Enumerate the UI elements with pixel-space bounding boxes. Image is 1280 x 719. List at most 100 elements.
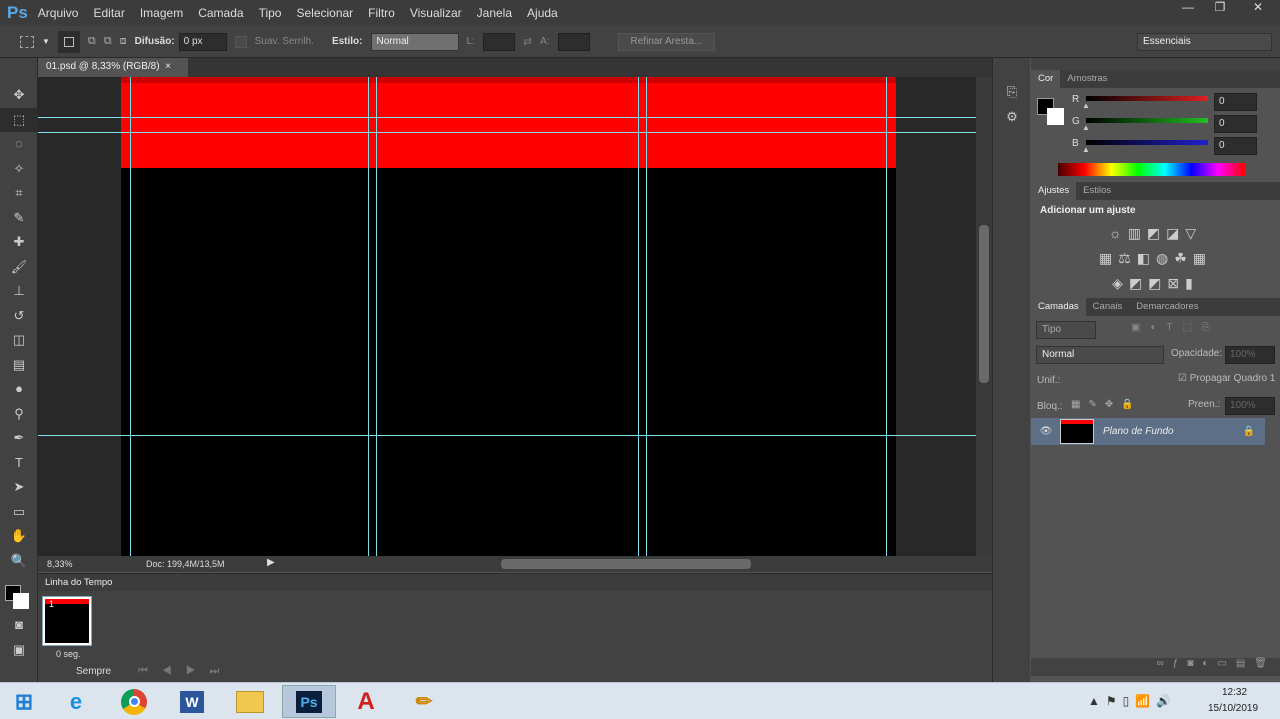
width-input[interactable]: [482, 32, 515, 51]
history-icon[interactable]: ⎘: [993, 80, 1031, 105]
channel-value-input[interactable]: 0: [1214, 93, 1257, 111]
intersect-selection-icon[interactable]: ⧈: [120, 35, 127, 48]
path-select-icon[interactable]: ➤: [0, 475, 38, 500]
channel-slider[interactable]: [1086, 118, 1208, 123]
explorer-icon[interactable]: [226, 685, 274, 718]
guide-vertical[interactable]: [646, 77, 647, 556]
chrome-icon[interactable]: [110, 685, 158, 718]
channel-slider-thumb[interactable]: ▲: [1082, 145, 1090, 154]
type-tool-icon[interactable]: T: [0, 451, 38, 476]
timeline-frame[interactable]: 1: [42, 596, 92, 646]
menu-janela[interactable]: Janela: [477, 6, 512, 20]
frame-delay[interactable]: 0 seg.: [56, 649, 81, 659]
menu-imagem[interactable]: Imagem: [140, 6, 183, 20]
menu-camada[interactable]: Camada: [198, 6, 243, 20]
lasso-tool-icon[interactable]: ◌: [0, 132, 38, 157]
guide-vertical[interactable]: [886, 77, 887, 556]
brush-tool-icon[interactable]: 🖌: [0, 255, 38, 280]
healing-brush-icon[interactable]: ✚: [0, 230, 38, 255]
dodge-icon[interactable]: ⚲: [0, 402, 38, 427]
vertical-scrollbar[interactable]: [976, 77, 992, 556]
history-brush-icon[interactable]: ↺: [0, 304, 38, 329]
scroll-thumb[interactable]: [501, 559, 751, 569]
eye-icon[interactable]: 👁: [1031, 426, 1061, 437]
guide-vertical[interactable]: [368, 77, 369, 556]
add-selection-icon[interactable]: ⧉: [88, 35, 96, 48]
pen-tool-icon[interactable]: ✒: [0, 426, 38, 451]
zoom-level[interactable]: 8,33%: [47, 559, 73, 569]
guide-horizontal[interactable]: [38, 132, 976, 133]
close-button[interactable]: ✕: [1236, 0, 1280, 18]
filter-icons[interactable]: ▣◐T⬚⎘: [1131, 322, 1220, 333]
marquee-tool-icon[interactable]: ⬚: [0, 107, 38, 132]
photoshop-taskbar-icon[interactable]: Ps: [282, 685, 336, 718]
pencil-app-icon[interactable]: ✏: [400, 685, 448, 718]
subtract-selection-icon[interactable]: ⧉: [104, 35, 112, 48]
zoom-tool-icon[interactable]: 🔍: [0, 549, 38, 574]
menu-arquivo[interactable]: Arquivo: [38, 6, 79, 20]
ie-icon[interactable]: e: [52, 685, 100, 718]
tab-cor[interactable]: Cor: [1031, 70, 1061, 88]
crop-tool-icon[interactable]: ⌗: [0, 181, 38, 206]
guide-vertical[interactable]: [638, 77, 639, 556]
tab-amostras[interactable]: Amostras: [1060, 70, 1114, 88]
tab-camadas[interactable]: Camadas: [1031, 298, 1086, 316]
quick-mask-icon[interactable]: ◙: [0, 613, 38, 638]
move-tool-icon[interactable]: ✥: [0, 83, 38, 108]
menu-ajuda[interactable]: Ajuda: [527, 6, 558, 20]
system-tray-icons[interactable]: ▲⚑▯📶🔊: [1088, 694, 1177, 708]
maximize-button[interactable]: ❐: [1204, 0, 1236, 18]
blur-icon[interactable]: ●: [0, 377, 38, 402]
style-select[interactable]: Normal: [370, 32, 459, 51]
properties-icon[interactable]: ⚙: [993, 105, 1031, 130]
start-button[interactable]: ⊞: [0, 685, 48, 718]
guide-vertical[interactable]: [130, 77, 131, 556]
layer-name[interactable]: Plano de Fundo: [1103, 426, 1243, 437]
marquee-preset-icon[interactable]: [20, 35, 34, 48]
clock-time[interactable]: 12:32: [1222, 687, 1247, 698]
guide-horizontal[interactable]: [38, 117, 976, 118]
channel-slider[interactable]: [1086, 96, 1208, 101]
layer-row[interactable]: 👁 Plano de Fundo 🔒: [1031, 418, 1265, 445]
channel-slider-thumb[interactable]: ▲: [1082, 123, 1090, 132]
chevron-down-icon[interactable]: ▼: [42, 37, 50, 46]
propagate-checkbox[interactable]: ☑ Propagar Quadro 1: [1178, 373, 1275, 384]
channel-slider[interactable]: [1086, 140, 1208, 145]
refine-edge-button[interactable]: Refinar Aresta...: [617, 32, 716, 51]
minimize-button[interactable]: —: [1172, 0, 1204, 18]
magic-wand-icon[interactable]: ✧: [0, 157, 38, 182]
fill-input[interactable]: 100%: [1225, 397, 1275, 415]
channel-value-input[interactable]: 0: [1214, 137, 1257, 155]
playback-controls[interactable]: ⏮◀▶⏭: [138, 665, 233, 678]
screen-mode-icon[interactable]: ▣: [0, 638, 38, 663]
guide-horizontal[interactable]: [38, 435, 976, 436]
horizontal-scrollbar[interactable]: [283, 559, 973, 569]
acrobat-icon[interactable]: A: [342, 685, 390, 718]
hand-tool-icon[interactable]: ✋: [0, 524, 38, 549]
channel-value-input[interactable]: 0: [1214, 115, 1257, 133]
tab-ajustes[interactable]: Ajustes: [1031, 182, 1077, 200]
clock-date[interactable]: 15/10/2019: [1208, 703, 1258, 714]
document-canvas[interactable]: [38, 77, 976, 556]
tab-estilos[interactable]: Estilos: [1076, 182, 1118, 200]
gradient-icon[interactable]: ▤: [0, 353, 38, 378]
menu-filtro[interactable]: Filtro: [368, 6, 395, 20]
tab-canais[interactable]: Canais: [1086, 298, 1130, 316]
color-spectrum[interactable]: [1058, 163, 1245, 176]
menu-visualizar[interactable]: Visualizar: [410, 6, 462, 20]
eyedropper-icon[interactable]: ✎: [0, 206, 38, 231]
eraser-icon[interactable]: ◫: [0, 328, 38, 353]
document-tab[interactable]: 01.psd @ 8,33% (RGB/8) ×: [38, 58, 188, 77]
swap-icon[interactable]: ⇄: [523, 35, 532, 48]
stamp-tool-icon[interactable]: ⊥: [0, 279, 38, 304]
status-menu-arrow-icon[interactable]: ▶: [267, 557, 275, 568]
menu-tipo[interactable]: Tipo: [259, 6, 282, 20]
background-color[interactable]: [1047, 108, 1064, 125]
close-tab-icon[interactable]: ×: [165, 61, 171, 72]
blend-mode-select[interactable]: Normal: [1036, 346, 1164, 364]
menu-editar[interactable]: Editar: [93, 6, 124, 20]
adjustment-icons[interactable]: ☼▥◩◪▽ ▦⚖◧◍☘▦ ◈◩◩⊠▮: [1031, 221, 1280, 296]
loop-select[interactable]: Sempre: [76, 666, 111, 677]
workspace-select[interactable]: Essenciais: [1137, 32, 1272, 51]
lock-icons[interactable]: ▦✎✥🔒: [1071, 399, 1142, 410]
